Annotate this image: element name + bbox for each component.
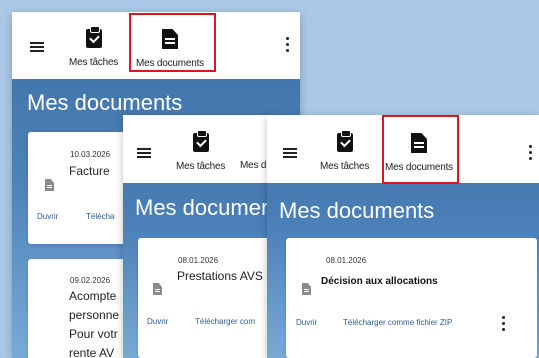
page-title: Mes documen [135, 195, 273, 220]
nav-tasks-label: Mes tâches [320, 161, 370, 172]
top-nav: Mes tâches Mes documents [12, 12, 300, 79]
clipboard-check-icon [336, 130, 353, 152]
document-date: 08.01.2026 [178, 256, 219, 265]
title-line: Pour votr [69, 327, 118, 341]
open-link[interactable]: Duvrir [296, 318, 317, 327]
screen-middle: Mes tâches Mes d Mes documen 08.01.2026 … [123, 115, 273, 358]
menu-icon[interactable] [30, 42, 44, 52]
title-line: personne [69, 308, 120, 322]
nav-tasks[interactable]: Mes tâches [69, 26, 119, 70]
download-link[interactable]: Télécharger comme fichier ZIP [343, 318, 452, 327]
download-link[interactable]: Télécharger com [195, 317, 255, 326]
document-date: 10.03.2026 [70, 150, 111, 159]
document-title: Facture [69, 164, 110, 178]
nav-tasks[interactable]: Mes tâches [176, 130, 226, 174]
nav-tasks-label: Mes tâches [69, 57, 119, 68]
top-nav: Mes tâches Mes documents [267, 115, 539, 184]
more-vert-icon[interactable] [529, 145, 533, 163]
file-icon [302, 283, 311, 295]
nav-tasks[interactable]: Mes tâches [320, 130, 370, 174]
nav-documents[interactable]: Mes d [240, 155, 266, 173]
clipboard-check-icon [85, 26, 102, 48]
file-icon [153, 283, 162, 295]
page-title: Mes documents [279, 198, 435, 223]
open-link[interactable]: Duvrir [37, 212, 58, 221]
more-vert-icon[interactable] [286, 37, 290, 55]
file-icon [45, 179, 54, 191]
document-title: Décision aux allocations [321, 276, 438, 287]
title-line: Acompte [69, 289, 117, 303]
page-title: Mes documents [27, 90, 183, 115]
nav-tasks-label: Mes tâches [176, 161, 226, 172]
highlight-box [382, 115, 459, 184]
document-title: Acompte personne Pour votr rente AV [69, 287, 129, 358]
document-date: 09.02.2026 [70, 276, 111, 285]
screen-front: Mes tâches Mes documents Mes documents 0… [267, 115, 539, 358]
document-title: Prestations AVS [177, 269, 263, 283]
highlight-box [129, 13, 216, 72]
menu-icon[interactable] [137, 148, 151, 158]
top-nav: Mes tâches Mes d [123, 115, 273, 183]
menu-icon[interactable] [283, 148, 297, 158]
more-vert-icon[interactable] [502, 316, 506, 334]
clipboard-check-icon [192, 130, 209, 152]
download-link[interactable]: Télécha [86, 212, 114, 221]
document-date: 08.01.2026 [326, 256, 367, 265]
title-line: rente AV [69, 346, 115, 358]
nav-documents-label: Mes d [240, 160, 267, 171]
open-link[interactable]: Duvrir [147, 317, 168, 326]
document-card[interactable]: 08.01.2026 Décision aux allocations Duvr… [286, 238, 537, 358]
document-card[interactable]: 08.01.2026 Prestations AVS Duvrir Téléch… [138, 238, 273, 358]
